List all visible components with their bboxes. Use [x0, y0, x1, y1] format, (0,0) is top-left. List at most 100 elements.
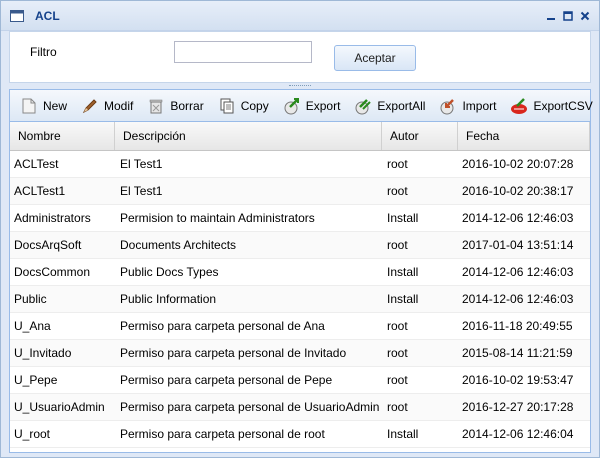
table-row[interactable]: Administrators Permision to maintain Adm…	[10, 205, 590, 232]
exportall-button[interactable]: ExportAll	[350, 95, 429, 117]
cell-autor: Install	[387, 292, 419, 306]
grid-body: ACLTest El Test1 root 2016-10-02 20:07:2…	[10, 151, 590, 448]
exportcsv-label: ExportCSV	[533, 98, 593, 113]
toolbar: New Modif Borrar Copy Export ExportAll I…	[10, 90, 593, 122]
maximize-icon[interactable]	[561, 9, 574, 22]
new-label: New	[43, 98, 68, 113]
table-row[interactable]: ACLTest1 El Test1 root 2016-10-02 20:38:…	[10, 178, 590, 205]
cell-autor: Install	[387, 211, 419, 225]
cell-fecha: 2014-12-06 12:46:03	[462, 265, 574, 279]
cell-fecha: 2015-08-14 11:21:59	[462, 346, 573, 360]
accept-button[interactable]: Aceptar	[334, 45, 416, 71]
import-label: Import	[462, 98, 497, 113]
filter-panel: Filtro Aceptar	[9, 31, 591, 83]
window-title: ACL	[35, 8, 60, 23]
cell-descripcion: Permiso para carpeta personal de Usuario…	[120, 400, 380, 414]
cell-nombre: Administrators	[14, 211, 91, 225]
copy-icon	[218, 97, 236, 115]
close-icon[interactable]	[578, 9, 591, 22]
table-row[interactable]: ACLTest El Test1 root 2016-10-02 20:07:2…	[10, 151, 590, 178]
cell-fecha: 2016-10-02 19:53:47	[462, 373, 574, 387]
cell-nombre: U_UsuarioAdmin	[14, 400, 105, 414]
table-row[interactable]: U_Ana Permiso para carpeta personal de A…	[10, 313, 590, 340]
cell-nombre: DocsArqSoft	[14, 238, 82, 252]
window-icon	[9, 8, 25, 24]
export-csv-icon	[510, 97, 528, 115]
modif-button[interactable]: Modif	[77, 95, 137, 117]
import-icon	[439, 97, 457, 115]
cell-descripcion: Permiso para carpeta personal de Invitad…	[120, 346, 347, 360]
column-header-autor[interactable]: Autor	[382, 122, 458, 150]
cell-descripcion: Documents Architects	[120, 238, 237, 252]
export-all-icon	[354, 97, 372, 115]
cell-nombre: U_Pepe	[14, 373, 58, 387]
new-button[interactable]: New	[16, 95, 71, 117]
borrar-button[interactable]: Borrar	[143, 95, 207, 117]
cell-descripcion: Permiso para carpeta personal de Ana	[120, 319, 325, 333]
cell-nombre: U_Invitado	[14, 346, 72, 360]
cell-fecha: 2017-01-04 13:51:14	[462, 238, 574, 252]
window-titlebar: ACL	[1, 1, 599, 31]
table-row[interactable]: DocsArqSoft Documents Architects root 20…	[10, 232, 590, 259]
cell-descripcion: Permision to maintain Administrators	[120, 211, 315, 225]
cell-descripcion: Public Information	[120, 292, 217, 306]
export-label: Export	[305, 98, 341, 113]
cell-fecha: 2016-11-18 20:49:55	[462, 319, 573, 333]
cell-nombre: DocsCommon	[14, 265, 91, 279]
pencil-icon	[81, 97, 99, 115]
minimize-icon[interactable]	[544, 9, 557, 22]
column-header-fecha[interactable]: Fecha	[458, 122, 590, 150]
cell-descripcion: Permiso para carpeta personal de Pepe	[120, 373, 333, 387]
cell-nombre: U_root	[14, 427, 51, 441]
cell-fecha: 2016-10-02 20:07:28	[462, 157, 574, 171]
exportcsv-button[interactable]: ExportCSV	[506, 95, 596, 117]
cell-descripcion: El Test1	[120, 157, 163, 171]
acl-window: ACL Filtro Aceptar New Modif Borrar Copy…	[0, 0, 600, 458]
cell-nombre: U_Ana	[14, 319, 51, 333]
import-button[interactable]: Import	[435, 95, 500, 117]
window-controls	[544, 9, 591, 22]
cell-autor: root	[387, 400, 408, 414]
cell-autor: root	[387, 238, 408, 252]
new-document-icon	[20, 97, 38, 115]
export-icon	[283, 97, 301, 115]
borrar-label: Borrar	[170, 98, 204, 113]
cell-nombre: ACLTest1	[14, 184, 66, 198]
delete-icon	[147, 97, 165, 115]
cell-descripcion: Public Docs Types	[120, 265, 219, 279]
column-header-descripcion[interactable]: Descripción	[115, 122, 382, 150]
cell-descripcion: El Test1	[120, 184, 163, 198]
copy-button[interactable]: Copy	[214, 95, 273, 117]
acl-grid-panel: New Modif Borrar Copy Export ExportAll I…	[9, 89, 593, 453]
filter-label: Filtro	[30, 45, 57, 59]
grid-header: Nombre Descripción Autor Fecha	[10, 122, 590, 151]
cell-autor: root	[387, 319, 408, 333]
cell-fecha: 2014-12-06 12:46:04	[462, 427, 574, 441]
cell-autor: root	[387, 346, 408, 360]
cell-nombre: Public	[14, 292, 47, 306]
filter-input[interactable]	[174, 41, 312, 63]
cell-autor: root	[387, 157, 408, 171]
cell-autor: Install	[387, 427, 419, 441]
cell-fecha: 2014-12-06 12:46:03	[462, 292, 574, 306]
table-row[interactable]: U_Invitado Permiso para carpeta personal…	[10, 340, 590, 367]
cell-fecha: 2014-12-06 12:46:03	[462, 211, 574, 225]
cell-descripcion: Permiso para carpeta personal de root	[120, 427, 325, 441]
table-row[interactable]: DocsCommon Public Docs Types Install 201…	[10, 259, 590, 286]
table-row[interactable]: Public Public Information Install 2014-1…	[10, 286, 590, 313]
column-header-nombre[interactable]: Nombre	[10, 122, 115, 150]
export-button[interactable]: Export	[279, 95, 345, 117]
cell-autor: root	[387, 373, 408, 387]
cell-fecha: 2016-10-02 20:38:17	[462, 184, 574, 198]
cell-autor: root	[387, 184, 408, 198]
copy-label: Copy	[240, 98, 269, 113]
splitter-handle[interactable]	[289, 85, 311, 87]
table-row[interactable]: U_root Permiso para carpeta personal de …	[10, 421, 590, 448]
table-row[interactable]: U_UsuarioAdmin Permiso para carpeta pers…	[10, 394, 590, 421]
cell-fecha: 2016-12-27 20:17:28	[462, 400, 574, 414]
cell-nombre: ACLTest	[14, 157, 59, 171]
table-row[interactable]: U_Pepe Permiso para carpeta personal de …	[10, 367, 590, 394]
exportall-label: ExportAll	[377, 98, 426, 113]
modif-label: Modif	[104, 98, 134, 113]
cell-autor: Install	[387, 265, 419, 279]
